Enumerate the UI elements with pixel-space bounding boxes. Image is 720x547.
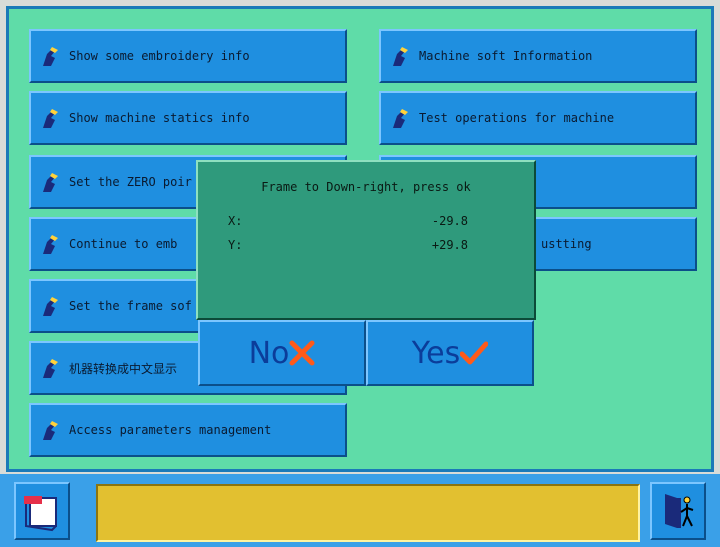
menu-label: Test operations for machine <box>419 111 615 125</box>
hand-pointer-icon <box>43 359 58 378</box>
menu-label: Show machine statics info <box>69 111 250 125</box>
x-value: -29.8 <box>431 214 468 228</box>
yes-label: Yes <box>411 335 461 371</box>
menu-show-machine-statics[interactable]: Show machine statics info <box>29 91 347 145</box>
menu-label: 机器转换成中文显示 <box>69 361 178 376</box>
menu-label: Machine soft Information <box>419 49 593 63</box>
menu-label: ustting <box>541 237 592 251</box>
y-label: Y: <box>228 238 243 252</box>
menu-label: Set the ZERO poir <box>69 175 192 189</box>
hand-pointer-icon <box>43 109 58 128</box>
check-icon <box>460 341 489 365</box>
menu-access-parameters[interactable]: Access parameters management <box>29 403 347 457</box>
menu-label: Show some embroidery info <box>69 49 250 63</box>
menu-label: Access parameters management <box>69 423 272 437</box>
bottom-bar <box>0 474 720 547</box>
menu-machine-soft-information[interactable]: Machine soft Information <box>379 29 697 83</box>
hand-pointer-icon <box>43 421 58 440</box>
menu-label: Continue to emb <box>69 237 178 251</box>
status-box <box>96 484 640 542</box>
yes-button[interactable]: Yes <box>366 320 534 386</box>
y-value: +29.8 <box>431 238 468 252</box>
screen: Show some embroidery info Show machine s… <box>0 0 720 547</box>
exit-button[interactable] <box>650 482 706 540</box>
dialog-title: Frame to Down-right, press ok <box>261 180 471 194</box>
x-label: X: <box>228 214 243 228</box>
exit-door-icon <box>665 494 694 528</box>
x-row: X: -29.8 <box>228 214 468 228</box>
frame-dialog: Frame to Down-right, press ok X: -29.8 Y… <box>196 160 536 320</box>
hand-pointer-icon <box>393 109 408 128</box>
no-button[interactable]: No <box>198 320 366 386</box>
notes-button[interactable] <box>14 482 70 540</box>
no-label: No <box>248 335 290 371</box>
note-pad-icon <box>24 496 57 532</box>
hand-pointer-icon <box>43 235 58 254</box>
hand-pointer-icon <box>43 47 58 66</box>
menu-show-embroidery-info[interactable]: Show some embroidery info <box>29 29 347 83</box>
hand-pointer-icon <box>43 297 58 316</box>
hand-pointer-icon <box>43 173 58 192</box>
menu-test-operations[interactable]: Test operations for machine <box>379 91 697 145</box>
cross-icon <box>289 340 315 366</box>
menu-label: Set the frame sof <box>69 299 192 313</box>
y-row: Y: +29.8 <box>228 238 468 252</box>
hand-pointer-icon <box>393 47 408 66</box>
